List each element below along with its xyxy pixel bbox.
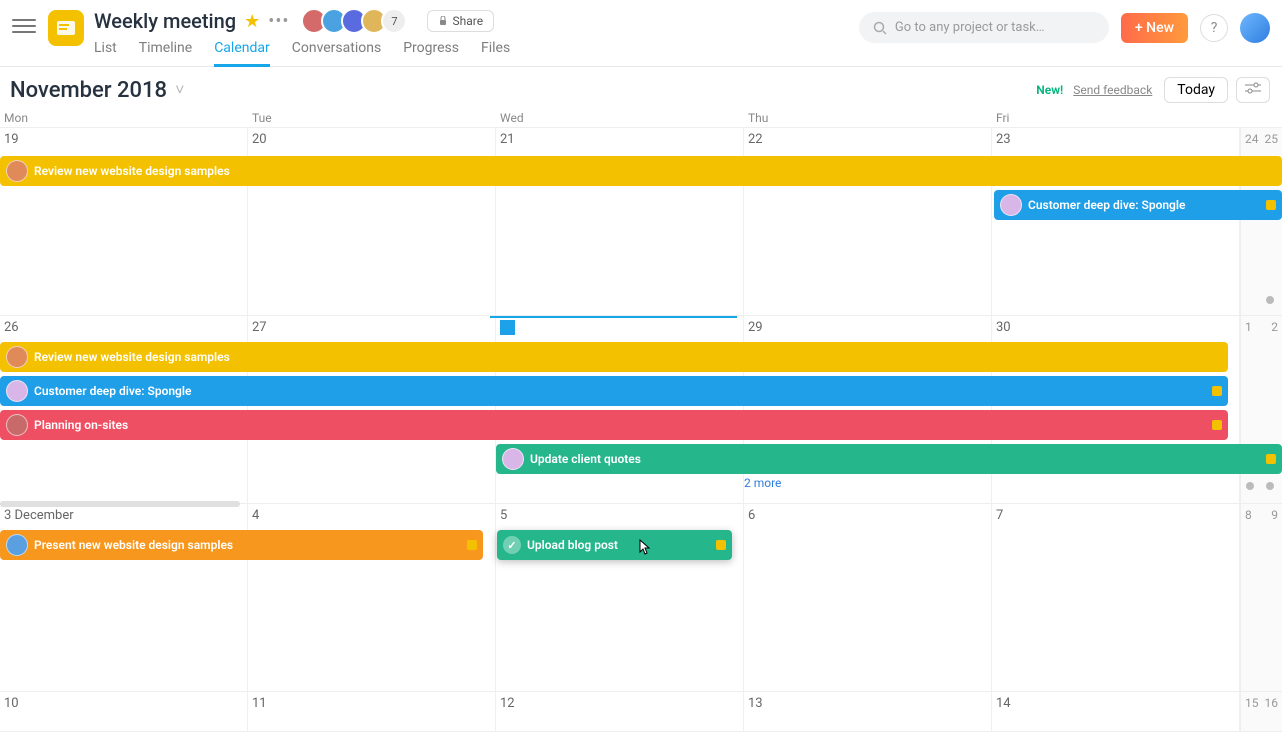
share-button[interactable]: Share	[427, 10, 494, 32]
star-icon[interactable]: ★	[244, 11, 260, 32]
new-button[interactable]: + New	[1121, 13, 1188, 43]
today-button[interactable]: Today	[1164, 77, 1228, 103]
project-tabs: List Timeline Calendar Conversations Pro…	[94, 40, 859, 67]
tab-files[interactable]: Files	[481, 40, 510, 67]
more-tasks-link[interactable]: 2 more	[744, 476, 781, 490]
more-icon[interactable]: •••	[268, 11, 289, 32]
sliders-icon	[1245, 82, 1261, 94]
tab-list[interactable]: List	[94, 40, 117, 67]
task-bar[interactable]: Present new website design samples	[0, 530, 483, 560]
task-bar[interactable]: Planning on-sites	[0, 410, 1228, 440]
month-picker[interactable]: ˅	[175, 80, 184, 100]
member-avatars[interactable]: 7	[307, 8, 407, 34]
send-feedback-link[interactable]: Send feedback	[1073, 83, 1152, 97]
task-bar[interactable]: Customer deep dive: Spongle	[994, 190, 1282, 220]
calendar-grid[interactable]: 24251920212223Review new website design …	[0, 128, 1282, 732]
tab-calendar[interactable]: Calendar	[214, 40, 270, 67]
tab-progress[interactable]: Progress	[403, 40, 459, 67]
user-avatar[interactable]	[1240, 13, 1270, 43]
task-bar[interactable]: Update client quotes	[496, 444, 1282, 474]
task-bar[interactable]: Review new website design samples	[0, 342, 1228, 372]
task-bar[interactable]: ✓Upload blog post	[497, 530, 732, 560]
task-bar[interactable]: Customer deep dive: Spongle	[0, 376, 1228, 406]
task-bar[interactable]: Review new website design samples	[0, 156, 1282, 186]
project-title: Weekly meeting	[94, 9, 236, 33]
global-search[interactable]: Go to any project or task…	[859, 12, 1109, 43]
tab-conversations[interactable]: Conversations	[292, 40, 381, 67]
search-icon	[873, 21, 887, 35]
month-title: November 2018	[10, 78, 167, 103]
lock-icon	[438, 16, 448, 26]
project-icon	[48, 10, 84, 46]
menu-icon[interactable]	[12, 14, 36, 38]
filter-button[interactable]	[1236, 77, 1270, 103]
tab-timeline[interactable]: Timeline	[139, 40, 192, 67]
new-badge: New!	[1036, 83, 1063, 97]
help-button[interactable]: ?	[1200, 14, 1228, 42]
weekday-headers: MonTueWedThuFri	[0, 109, 1282, 128]
search-placeholder: Go to any project or task…	[895, 20, 1045, 35]
